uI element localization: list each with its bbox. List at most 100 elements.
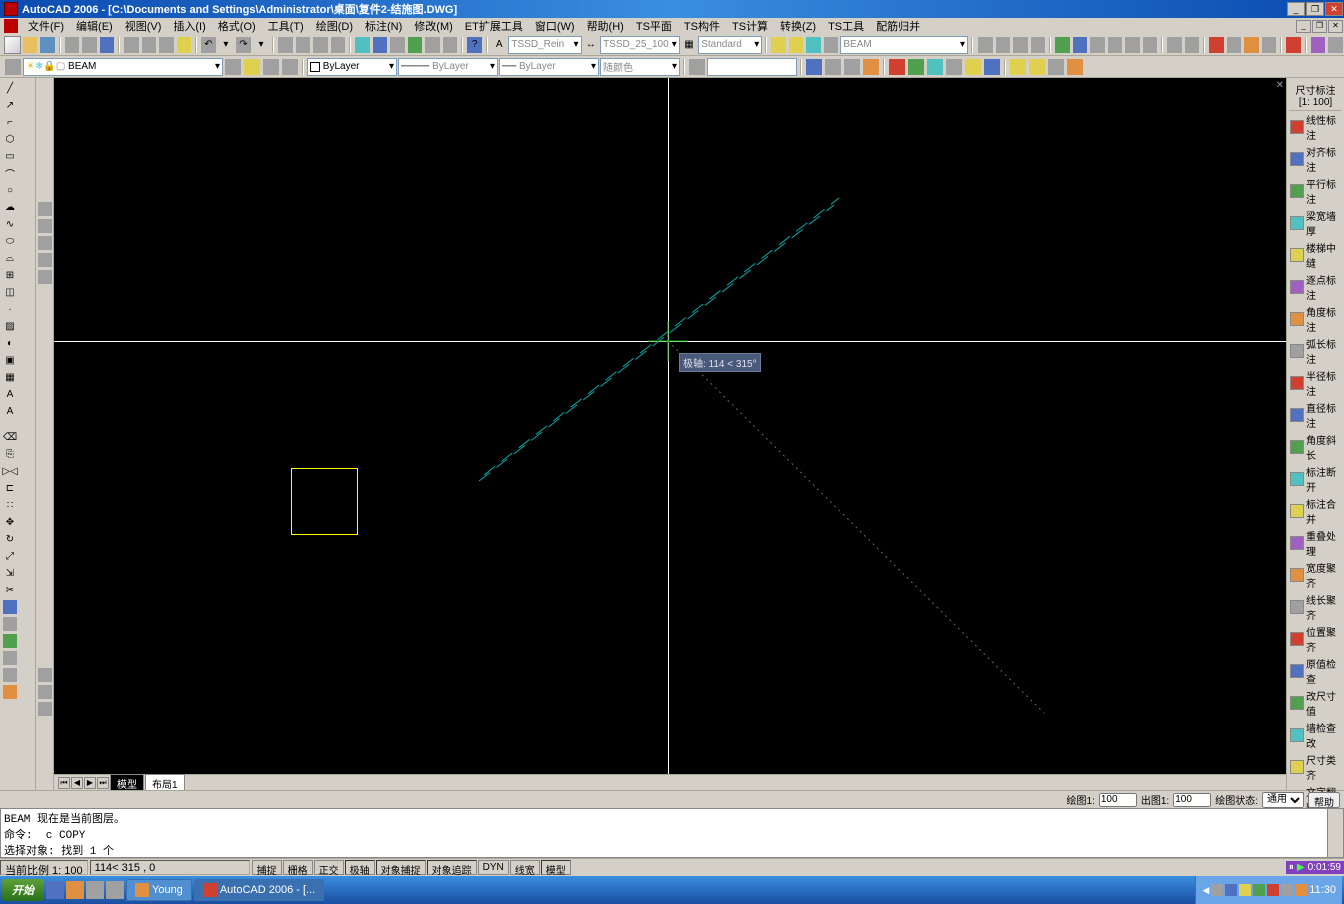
table-tool[interactable]: ▦ bbox=[2, 369, 18, 385]
copy-tool[interactable]: ⎘ bbox=[2, 446, 18, 462]
preview-button[interactable] bbox=[81, 36, 98, 54]
s5[interactable] bbox=[37, 269, 53, 285]
tab-nav-last[interactable]: ⏭ bbox=[97, 777, 109, 789]
ql-3-icon[interactable] bbox=[86, 881, 104, 899]
ql-ie-icon[interactable] bbox=[46, 881, 64, 899]
close-button[interactable]: ✕ bbox=[1325, 2, 1343, 16]
model-toggle[interactable]: 模型 bbox=[541, 860, 571, 875]
rpanel-item[interactable]: 宽度聚齐 bbox=[1289, 559, 1342, 591]
drawing-canvas[interactable]: ✕ ✕ 极轴: 114 < 315° ⏮ ◀ ▶ ⏭ 模型 布局1 bbox=[54, 78, 1286, 790]
ref-3[interactable] bbox=[843, 58, 861, 76]
menu-tscalc[interactable]: TS计算 bbox=[726, 18, 774, 34]
rpanel-item[interactable]: 角度斜长 bbox=[1289, 431, 1342, 463]
grid-toggle[interactable]: 栅格 bbox=[283, 860, 313, 875]
markup-button[interactable] bbox=[424, 36, 441, 54]
rpanel-item[interactable]: 角度标注 bbox=[1289, 303, 1342, 335]
menu-help[interactable]: 帮助(H) bbox=[581, 18, 630, 34]
ts-10[interactable] bbox=[1066, 58, 1084, 76]
fillet-tool[interactable] bbox=[2, 650, 18, 666]
tab-nav-first[interactable]: ⏮ bbox=[58, 777, 70, 789]
minimize-button[interactable]: _ bbox=[1287, 2, 1305, 16]
erase-tool[interactable]: ⌫ bbox=[2, 429, 18, 445]
modify-6[interactable] bbox=[1072, 36, 1089, 54]
tab-model[interactable]: 模型 bbox=[110, 774, 144, 791]
menu-format[interactable]: 格式(O) bbox=[212, 18, 262, 34]
s2[interactable] bbox=[37, 218, 53, 234]
layer-icon-3[interactable] bbox=[805, 36, 822, 54]
modify-10[interactable] bbox=[1142, 36, 1159, 54]
rpanel-item[interactable]: 墙检查改 bbox=[1289, 719, 1342, 751]
tab-layout1[interactable]: 布局1 bbox=[145, 774, 185, 791]
task-young[interactable]: Young bbox=[126, 879, 192, 901]
rpanel-item[interactable]: 平行标注 bbox=[1289, 175, 1342, 207]
rpanel-item[interactable]: 梁宽墙厚 bbox=[1289, 207, 1342, 239]
zoom-prev-button[interactable] bbox=[330, 36, 347, 54]
s1[interactable] bbox=[37, 201, 53, 217]
layer-icon-1[interactable] bbox=[770, 36, 787, 54]
ellipse-tool[interactable]: ⬭ bbox=[2, 233, 18, 249]
menu-insert[interactable]: 插入(I) bbox=[167, 18, 211, 34]
print-button[interactable] bbox=[64, 36, 81, 54]
lineweight-select[interactable]: ── ByLayer▾ bbox=[499, 58, 599, 76]
ref-2[interactable] bbox=[824, 58, 842, 76]
block-edit-button[interactable] bbox=[688, 58, 706, 76]
paste-button[interactable] bbox=[158, 36, 175, 54]
block-tool[interactable]: ◫ bbox=[2, 284, 18, 300]
command-window[interactable]: BEAM 现在是当前图层。 命令: c COPY 选择对象: 找到 1 个 选择… bbox=[0, 808, 1344, 858]
layer-match-button[interactable] bbox=[281, 58, 299, 76]
doc-close-button[interactable]: ✕ bbox=[1328, 20, 1343, 33]
rpanel-item[interactable]: 尺寸类齐 bbox=[1289, 751, 1342, 783]
help-button[interactable]: ? bbox=[466, 36, 483, 54]
color-select[interactable]: ByLayer▾ bbox=[307, 58, 397, 76]
dc-button[interactable] bbox=[372, 36, 389, 54]
zoom-win-button[interactable] bbox=[312, 36, 329, 54]
menu-tools[interactable]: 工具(T) bbox=[262, 18, 310, 34]
modify-13[interactable] bbox=[1208, 36, 1225, 54]
polar-toggle[interactable]: 极轴 bbox=[345, 860, 375, 875]
help-small-button[interactable]: 帮助 bbox=[1308, 792, 1340, 808]
doc-minimize-button[interactable]: _ bbox=[1296, 20, 1311, 33]
menu-edit[interactable]: 编辑(E) bbox=[70, 18, 119, 34]
menu-rebar[interactable]: 配筋归并 bbox=[870, 18, 926, 34]
menu-tstool[interactable]: TS工具 bbox=[822, 18, 870, 34]
modify-4[interactable] bbox=[1030, 36, 1047, 54]
save-button[interactable] bbox=[39, 36, 56, 54]
layer-props-button[interactable] bbox=[4, 58, 22, 76]
rpanel-item[interactable]: 改尺寸值 bbox=[1289, 687, 1342, 719]
system-tray[interactable]: ◀ 11:30 bbox=[1195, 876, 1342, 904]
menu-file[interactable]: 文件(F) bbox=[22, 18, 70, 34]
menu-window[interactable]: 窗口(W) bbox=[529, 18, 581, 34]
modify-7[interactable] bbox=[1089, 36, 1106, 54]
otrack-toggle[interactable]: 对象追踪 bbox=[427, 860, 477, 875]
dyn-toggle[interactable]: DYN bbox=[478, 860, 509, 875]
ref-4[interactable] bbox=[862, 58, 880, 76]
array-tool[interactable]: ∷ bbox=[2, 497, 18, 513]
mirror-tool[interactable]: ▷◁ bbox=[2, 463, 18, 479]
rpanel-item[interactable]: 对齐标注 bbox=[1289, 143, 1342, 175]
draw-state-select[interactable]: 通用 bbox=[1262, 792, 1304, 808]
tray-icon[interactable] bbox=[1267, 884, 1279, 896]
tray-icon[interactable] bbox=[1281, 884, 1293, 896]
dimstyle-icon[interactable]: ↔ bbox=[583, 36, 600, 54]
modify-3[interactable] bbox=[1012, 36, 1029, 54]
ts-2[interactable] bbox=[907, 58, 925, 76]
polygon-tool[interactable]: ⬡ bbox=[2, 131, 18, 147]
menu-convert[interactable]: 转换(Z) bbox=[774, 18, 822, 34]
calc-button[interactable] bbox=[442, 36, 459, 54]
viewport-close-icon[interactable]: ✕ bbox=[1276, 80, 1284, 91]
modify-19[interactable] bbox=[1327, 36, 1344, 54]
circle-tool[interactable]: ○ bbox=[2, 182, 18, 198]
rpanel-item[interactable]: 线长聚齐 bbox=[1289, 591, 1342, 623]
cmd-scrollbar[interactable] bbox=[1327, 809, 1343, 857]
ql-desktop-icon[interactable] bbox=[66, 881, 84, 899]
ortho-toggle[interactable]: 正交 bbox=[314, 860, 344, 875]
tool-palettes-button[interactable] bbox=[389, 36, 406, 54]
modify-1[interactable] bbox=[977, 36, 994, 54]
modify-17[interactable] bbox=[1285, 36, 1302, 54]
insert-tool[interactable]: ⊞ bbox=[2, 267, 18, 283]
layer-iso-button[interactable] bbox=[243, 58, 261, 76]
point-tool[interactable]: · bbox=[2, 301, 18, 317]
explode-tool[interactable] bbox=[2, 667, 18, 683]
ts-8[interactable] bbox=[1028, 58, 1046, 76]
modify-8[interactable] bbox=[1107, 36, 1124, 54]
